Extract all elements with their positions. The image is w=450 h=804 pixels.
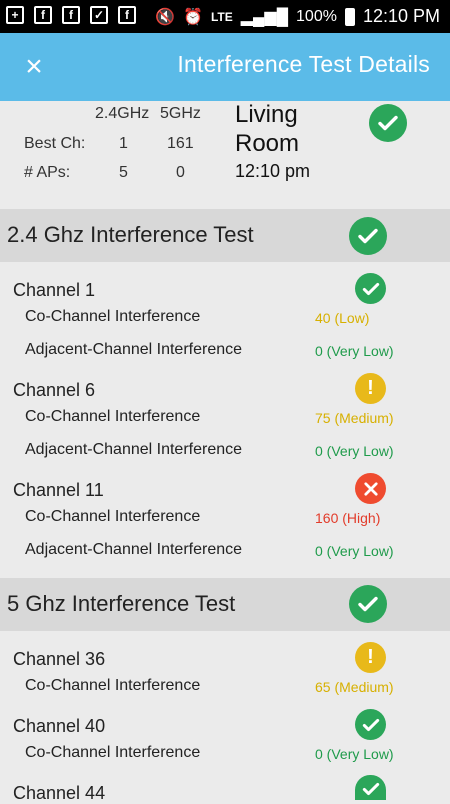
close-button[interactable]: × bbox=[18, 51, 50, 83]
facebook-icon: f bbox=[118, 6, 136, 24]
page-title: Interference Test Details bbox=[177, 51, 430, 77]
section-header-24ghz: 2.4 Ghz Interference Test bbox=[0, 209, 450, 262]
battery-percent: 100% bbox=[296, 7, 337, 25]
summary-panel: 2.4GHz 5GHz Best Ch: 1 161 # APs: 5 0 Li… bbox=[0, 101, 450, 209]
metric-label: Co-Channel Interference bbox=[25, 677, 201, 694]
facebook-icon: f bbox=[34, 6, 52, 24]
alarm-icon: ⏰ bbox=[183, 8, 203, 26]
channel-title: Channel 36 bbox=[13, 649, 106, 669]
check-icon: ✓ bbox=[90, 6, 108, 24]
check-circle-icon bbox=[355, 709, 386, 740]
clock: 12:10 PM bbox=[362, 6, 440, 26]
app-bar: × Interference Test Details bbox=[0, 33, 450, 101]
plus-icon: + bbox=[6, 6, 24, 24]
check-circle-icon bbox=[355, 775, 386, 800]
notification-icons: + f f ✓ f bbox=[6, 6, 136, 24]
channel-title: Channel 44 bbox=[13, 783, 106, 803]
metric-label: Adjacent-Channel Interference bbox=[25, 341, 243, 358]
metric-label: Co-Channel Interference bbox=[25, 508, 201, 525]
metric-value: 0 (Very Low) bbox=[315, 443, 394, 459]
signal-icon: ▂▄▆█ bbox=[240, 8, 289, 26]
aps-5: 0 bbox=[176, 164, 185, 181]
metric-label: Adjacent-Channel Interference bbox=[25, 541, 243, 558]
check-circle-icon bbox=[349, 585, 387, 623]
best-ch-5: 161 bbox=[167, 135, 194, 152]
metric-value: 160 (High) bbox=[315, 510, 381, 526]
metric-value: 0 (Very Low) bbox=[315, 543, 394, 559]
facebook-icon: f bbox=[62, 6, 80, 24]
warning-circle-icon: ! bbox=[355, 373, 386, 404]
section-header-5ghz: 5 Ghz Interference Test bbox=[0, 578, 450, 631]
channel-title: Channel 11 bbox=[13, 480, 104, 500]
status-bar: + f f ✓ f 🔇 ⏰ LTE ▂▄▆█ 100% 12:10 PM bbox=[0, 0, 450, 33]
metric-value: 75 (Medium) bbox=[315, 410, 394, 426]
summary-time: 12:10 pm bbox=[235, 161, 311, 181]
metric-label: Co-Channel Interference bbox=[25, 408, 201, 425]
metric-value: 40 (Low) bbox=[315, 310, 370, 326]
section-title: 5 Ghz Interference Test bbox=[7, 591, 236, 616]
check-circle-icon bbox=[355, 273, 386, 304]
network-type: LTE bbox=[210, 9, 233, 24]
location-name: Living Room bbox=[235, 101, 300, 157]
metric-label: Co-Channel Interference bbox=[25, 308, 201, 325]
metric-value: 65 (Medium) bbox=[315, 679, 394, 695]
aps-24: 5 bbox=[119, 164, 128, 181]
check-circle-icon bbox=[369, 104, 407, 142]
mute-icon: 🔇 bbox=[155, 8, 176, 26]
metric-label: Co-Channel Interference bbox=[25, 744, 201, 761]
best-ch-label: Best Ch: bbox=[24, 135, 86, 152]
battery-icon bbox=[344, 7, 355, 26]
check-circle-icon bbox=[349, 217, 387, 255]
best-ch-24: 1 bbox=[119, 135, 128, 152]
channel-title: Channel 6 bbox=[13, 380, 96, 400]
channel-title: Channel 40 bbox=[13, 716, 106, 736]
error-circle-icon bbox=[355, 473, 386, 504]
section-title: 2.4 Ghz Interference Test bbox=[7, 222, 254, 247]
metric-value: 0 (Very Low) bbox=[315, 343, 394, 359]
aps-label: # APs: bbox=[24, 164, 71, 181]
channel-title: Channel 1 bbox=[13, 280, 96, 300]
band-label-24: 2.4GHz bbox=[95, 105, 150, 122]
band-label-5: 5GHz bbox=[160, 105, 201, 122]
system-status: 🔇 ⏰ LTE ▂▄▆█ 100% 12:10 PM bbox=[155, 6, 440, 27]
metric-value: 0 (Very Low) bbox=[315, 746, 394, 762]
warning-circle-icon: ! bbox=[355, 642, 386, 673]
metric-label: Adjacent-Channel Interference bbox=[25, 441, 243, 458]
